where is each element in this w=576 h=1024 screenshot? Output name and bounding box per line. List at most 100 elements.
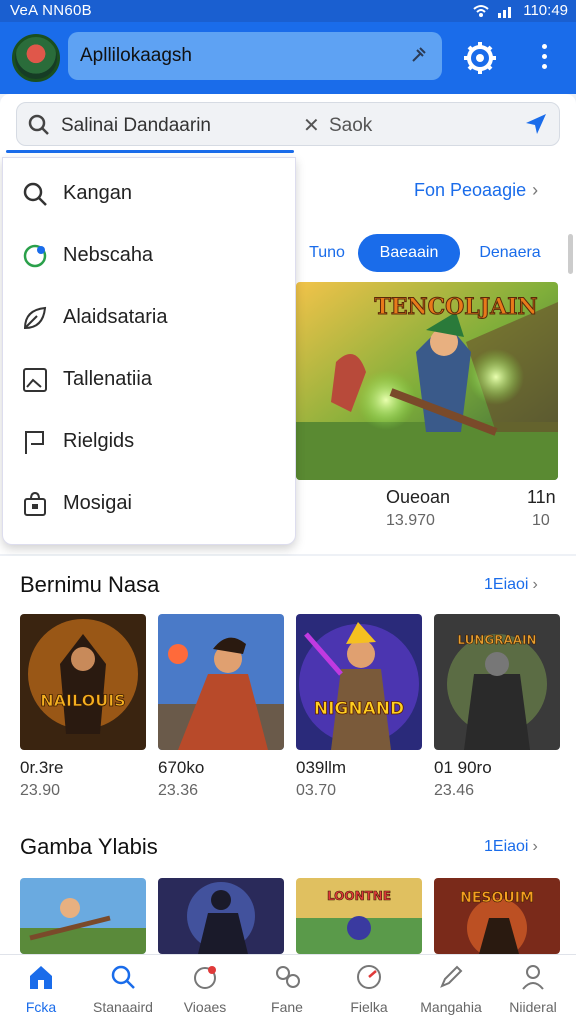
banner-art-text: TENCOLJAIN	[374, 294, 537, 320]
nav-item-5[interactable]: Mangahia	[410, 955, 492, 1024]
search-query[interactable]: Salinai Dandaarin	[61, 115, 211, 137]
nav-item-6[interactable]: Niideral	[492, 955, 574, 1024]
bag-icon	[24, 491, 46, 516]
menu-item-1[interactable]: Nebscaha	[3, 224, 297, 284]
section-more-link[interactable]: 1Eiaoi ›	[484, 576, 538, 594]
chat-icon	[194, 966, 216, 989]
game-card[interactable]: NIGNAND 039llm 03.70	[296, 614, 422, 799]
menu-item-label: Kangan	[63, 182, 132, 204]
nav-item-1[interactable]: Stanaaird	[82, 955, 164, 1024]
status-bar: VeA NN60B 110:49	[0, 0, 576, 22]
featured-banner[interactable]: TENCOLJAIN	[296, 282, 558, 480]
search-secondary-text: Saok	[329, 115, 373, 136]
app-search-field[interactable]: Apllilokaagsh	[68, 32, 442, 80]
chat-icon	[23, 244, 47, 268]
pin-icon[interactable]	[408, 44, 428, 66]
game-card[interactable]: NAILOUIS 0r.3re 23.90	[20, 614, 146, 799]
tab-1[interactable]: Baeaain	[358, 234, 460, 272]
game-card[interactable]: LOONTNE	[296, 878, 422, 954]
game-card[interactable]	[158, 878, 284, 954]
signal-icon	[498, 6, 512, 18]
bottom-navigation: Fcka Stanaaird Vioaes Fane Fielka Mangah…	[0, 954, 576, 1024]
person-icon	[522, 965, 544, 990]
game-thumbnail	[158, 614, 284, 750]
game-thumbnail	[158, 878, 284, 954]
game-thumbnail: NIGNAND	[296, 614, 422, 750]
card-title: 0r.3re	[20, 758, 64, 777]
nav-label: Fcka	[25, 999, 57, 1015]
nav-label: Vioaes	[183, 999, 227, 1015]
avatar[interactable]	[12, 34, 60, 82]
nav-item-3[interactable]: Fane	[246, 955, 328, 1024]
section-more-link[interactable]: 1Eiaoi ›	[484, 838, 538, 856]
card-art-text: NIGNAND	[314, 699, 404, 719]
game-card[interactable]: NESOUIM	[434, 878, 560, 954]
menu-item-label: Nebscaha	[63, 244, 154, 266]
more-menu-icon[interactable]	[536, 44, 552, 74]
card-subtitle: 23.46	[434, 782, 475, 799]
status-left-text: VeA NN60B	[10, 2, 92, 19]
menu-item-label: Alaidsataria	[63, 306, 168, 328]
gear-icon[interactable]	[462, 40, 498, 76]
card-subtitle: 23.90	[20, 782, 61, 799]
menu-item-0[interactable]: Kangan	[3, 162, 297, 222]
game-card[interactable]: 670ko 23.36	[158, 614, 284, 799]
menu-item-5[interactable]: Mosigai	[3, 472, 297, 532]
pen-icon	[440, 965, 463, 988]
app-bar: Apllilokaagsh	[0, 22, 576, 94]
leaf-icon	[23, 306, 47, 330]
clear-icon[interactable]: ✕	[303, 113, 320, 138]
search-icon	[28, 114, 49, 135]
gauge-icon	[357, 965, 381, 989]
card-title: 670ko	[158, 758, 205, 777]
featured-right-subtitle: 10	[532, 512, 550, 529]
section-title: Bernimu Nasa	[20, 572, 160, 597]
card-art-text: LUNGRAAIN	[457, 633, 536, 647]
menu-item-3[interactable]: Tallenatiia	[3, 348, 297, 408]
nav-item-0[interactable]: Fcka	[0, 955, 82, 1024]
tab-2[interactable]: Denaera	[472, 234, 548, 272]
search-bar[interactable]: Salinai Dandaarin ✕ Saok	[16, 102, 560, 146]
flag-icon	[25, 431, 44, 454]
loading-progress-bar	[6, 150, 294, 153]
game-thumbnail	[20, 878, 146, 954]
card-title: 01 90ro	[434, 758, 492, 777]
scrollbar[interactable]	[568, 234, 573, 274]
featured-right-title: 11n	[527, 487, 556, 507]
menu-side-link[interactable]: Fon Peoaagie ›	[414, 180, 538, 201]
card-art-text: NAILOUIS	[40, 691, 125, 710]
game-thumbnail: NAILOUIS	[20, 614, 146, 750]
chevron-right-icon: ›	[532, 838, 538, 855]
game-card[interactable]: LUNGRAAIN 01 90ro 23.46	[434, 614, 560, 799]
nav-label: Mangahia	[420, 999, 482, 1015]
game-thumbnail: NESOUIM	[434, 878, 560, 954]
card-art-text: LOONTNE	[327, 889, 391, 903]
menu-item-2[interactable]: Alaidsataria	[3, 286, 297, 346]
card-art-text: NESOUIM	[460, 890, 534, 906]
dropdown-menu: Kangan Nebscaha Alaidsataria Tallenatiia…	[2, 157, 296, 545]
nav-item-2[interactable]: Vioaes	[164, 955, 246, 1024]
wifi-icon	[473, 4, 489, 17]
app-search-text: Apllilokaagsh	[80, 45, 192, 66]
game-card[interactable]	[20, 878, 146, 954]
card-subtitle: 23.36	[158, 782, 199, 799]
picture-icon	[23, 368, 47, 392]
search-icon	[23, 182, 47, 206]
featured-title: Oueoan	[386, 487, 451, 507]
search-icon	[111, 965, 135, 989]
send-icon[interactable]	[523, 111, 549, 137]
chevron-right-icon: ›	[532, 180, 539, 200]
chevron-right-icon: ›	[532, 576, 538, 593]
game-thumbnail: LUNGRAAIN	[434, 614, 560, 750]
tab-bar: Tuno Baeaain Denaera	[300, 234, 570, 274]
menu-item-label: Mosigai	[63, 492, 132, 514]
tab-0[interactable]: Tuno	[300, 234, 354, 272]
nav-label: Niideral	[509, 999, 557, 1015]
menu-item-label: Rielgids	[63, 430, 135, 452]
home-icon	[30, 966, 52, 989]
menu-item-label: Tallenatiia	[63, 368, 152, 390]
menu-item-4[interactable]: Rielgids	[3, 410, 297, 470]
status-time: 110:49	[523, 2, 568, 19]
nav-item-4[interactable]: Fielka	[328, 955, 410, 1024]
section-title: Gamba Ylabis	[20, 834, 158, 859]
